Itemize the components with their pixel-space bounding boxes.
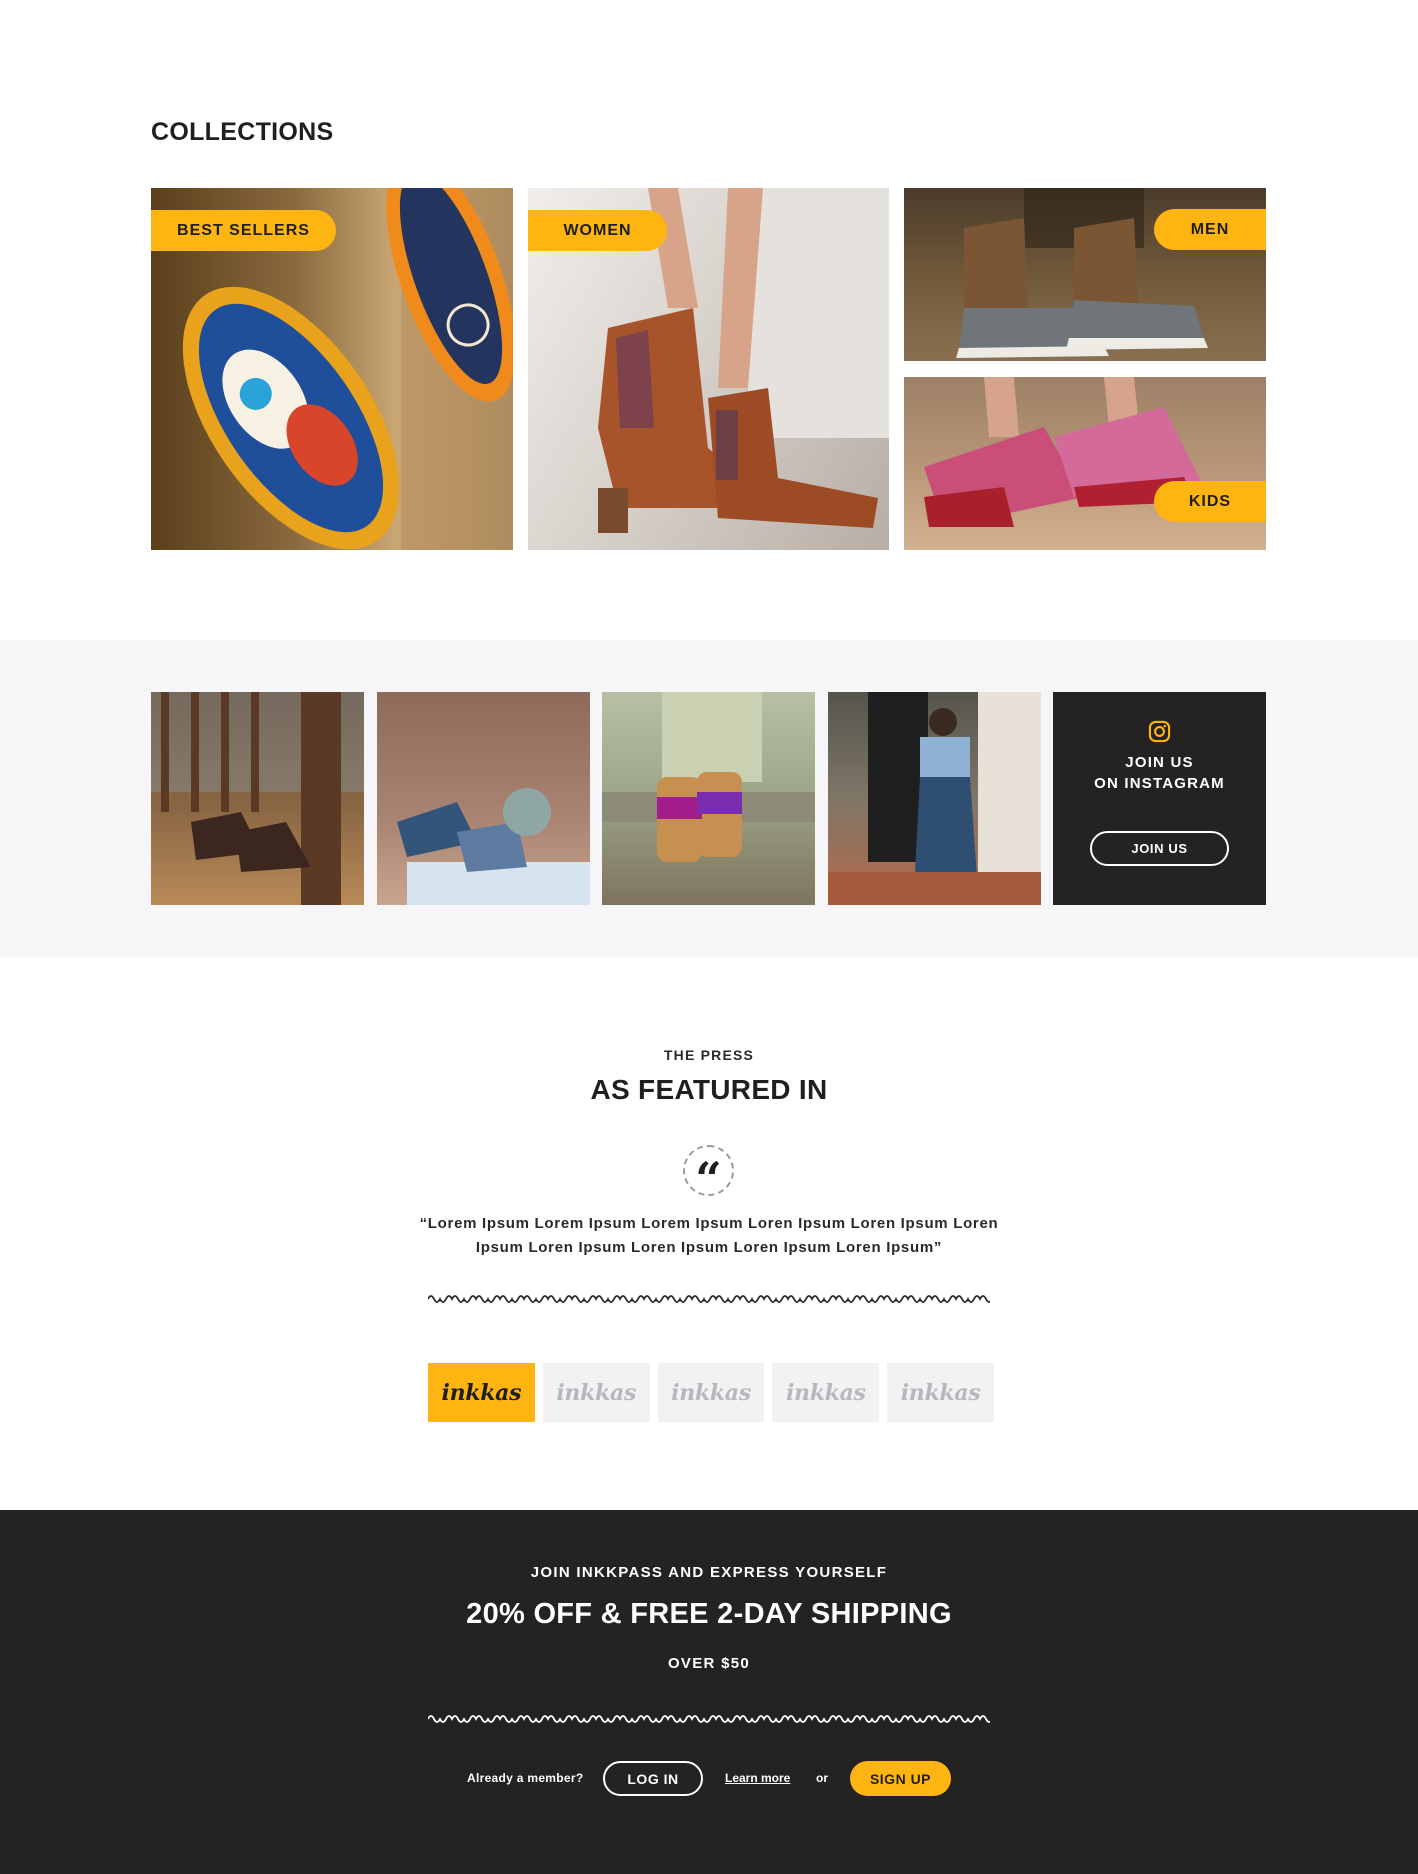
kids-photo [904, 377, 1266, 550]
collection-tile-kids[interactable]: KIDS [904, 377, 1266, 550]
instagram-photo-boots-porch[interactable] [151, 692, 364, 905]
press-logo-text: inkkas [785, 1379, 866, 1406]
collections-section: COLLECTIONS BEST SELLERS WOMEN MEN KIDS [0, 0, 1418, 640]
press-section: THE PRESS AS FEATURED IN “ “Lorem Ipsum … [0, 957, 1418, 1510]
collection-tile-best-sellers[interactable]: BEST SELLERS [151, 188, 513, 550]
collections-title: COLLECTIONS [151, 118, 334, 146]
wave-divider [428, 1295, 990, 1303]
woman-lying-illustration [397, 788, 590, 905]
press-eyebrow: THE PRESS [663, 1047, 755, 1063]
quote-icon: “ [683, 1145, 734, 1202]
press-logo-text: inkkas [900, 1379, 981, 1406]
press-logo-5[interactable]: inkkas [887, 1363, 994, 1422]
join-us-button[interactable]: JOIN US [1090, 831, 1229, 866]
badge-women: WOMEN [528, 210, 667, 251]
promo-title: 20% OFF & FREE 2-DAY SHIPPING [466, 1598, 952, 1630]
press-logos: inkkas inkkas inkkas inkkas inkkas [428, 1363, 994, 1422]
promo-actions: Already a member? LOG IN Learn more or S… [0, 1761, 1418, 1797]
member-text: Already a member? [467, 1771, 584, 1785]
promo-eyebrow: JOIN INKKPASS AND EXPRESS YOURSELF [530, 1564, 888, 1581]
collection-tile-women[interactable]: WOMEN [528, 188, 889, 550]
instagram-card: JOIN US ON INSTAGRAM JOIN US [1053, 692, 1266, 905]
press-logo-text: inkkas [556, 1379, 637, 1406]
instagram-heading-line1: JOIN US [1125, 754, 1194, 771]
boots-porch-illustration [151, 692, 364, 905]
instagram-icon[interactable] [1148, 720, 1171, 743]
instagram-photo-woman-doorway[interactable] [828, 692, 1041, 905]
sign-up-button[interactable]: SIGN UP [850, 1761, 951, 1796]
badge-best-sellers: BEST SELLERS [151, 210, 336, 251]
press-logo-text: inkkas [441, 1379, 522, 1406]
sandals-steps-illustration [602, 692, 815, 862]
instagram-section: JOIN US ON INSTAGRAM JOIN US [0, 640, 1418, 957]
press-quote: “Lorem Ipsum Lorem Ipsum Lorem Ipsum Lor… [419, 1215, 999, 1256]
promo-section: JOIN INKKPASS AND EXPRESS YOURSELF 20% O… [0, 1510, 1418, 1874]
or-text: or [816, 1771, 828, 1785]
instagram-photo-sandals-steps[interactable] [602, 692, 815, 905]
instagram-photo-woman-lying[interactable] [377, 692, 590, 905]
press-logo-4[interactable]: inkkas [772, 1363, 880, 1422]
badge-men: MEN [1154, 209, 1266, 250]
press-title: AS FEATURED IN [590, 1074, 828, 1105]
collection-tile-men[interactable]: MEN [904, 188, 1266, 361]
press-logo-text: inkkas [671, 1379, 751, 1406]
press-logo-3[interactable]: inkkas [657, 1363, 765, 1422]
instagram-heading-line2: ON INSTAGRAM [1094, 775, 1225, 792]
wave-divider [428, 1715, 990, 1723]
promo-subtitle: OVER $50 [667, 1655, 751, 1672]
pink-sneakers-illustration [924, 377, 1204, 527]
log-in-button[interactable]: LOG IN [603, 1761, 703, 1796]
badge-kids: KIDS [1154, 481, 1266, 522]
press-logo-1[interactable]: inkkas [428, 1363, 535, 1422]
learn-more-link[interactable]: Learn more [725, 1771, 790, 1785]
press-logo-2[interactable]: inkkas [542, 1363, 650, 1422]
woman-doorway-illustration [828, 692, 1041, 905]
